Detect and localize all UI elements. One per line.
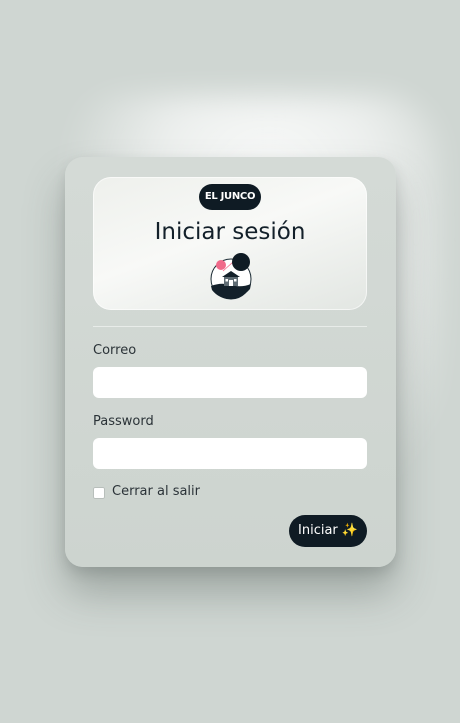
house-logo-icon [205,252,257,304]
brand-badge: EL JUNCO [199,184,261,210]
page-title: Iniciar sesión [154,219,306,245]
header-divider [93,326,367,327]
email-label: Correo [93,343,137,358]
login-header: EL JUNCO Iniciar sesión [93,177,367,310]
password-label: Password [93,414,154,429]
remember-checkbox[interactable] [93,487,105,499]
submit-button[interactable]: Iniciar ✨ [289,515,367,547]
remember-label[interactable]: Cerrar al salir [112,484,200,499]
password-field[interactable] [93,438,367,469]
email-field[interactable] [93,367,367,398]
submit-button-label: Iniciar [298,523,338,538]
login-card: EL JUNCO Iniciar sesión Correo Password … [65,157,396,567]
sparkles-icon: ✨ [341,523,358,538]
